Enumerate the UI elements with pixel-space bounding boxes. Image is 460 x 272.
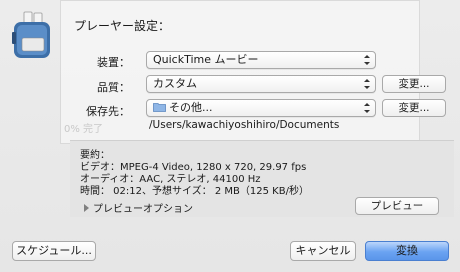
toast-app-icon	[12, 11, 50, 58]
summary-audio: オーディオ：AAC, ステレオ, 44100 Hz	[80, 174, 261, 185]
destination-value: その他...	[169, 101, 213, 114]
destination-popup[interactable]: その他...	[146, 99, 376, 117]
summary-video: ビデオ：MPEG-4 Video, 1280 x 720, 29.97 fps	[80, 162, 307, 173]
quality-change-button[interactable]: 変更...	[382, 75, 446, 93]
quality-value: カスタム	[153, 77, 197, 90]
destination-change-button[interactable]: 変更...	[382, 99, 446, 117]
cancel-button[interactable]: キャンセル	[290, 241, 356, 261]
device-value: QuickTime ムービー	[153, 53, 259, 66]
chevron-updown-icon	[364, 55, 370, 65]
preview-button[interactable]: プレビュー	[355, 197, 439, 215]
schedule-button[interactable]: スケジュール...	[12, 241, 96, 261]
dialog-title: プレーヤー設定：	[74, 19, 171, 33]
chevron-updown-icon	[364, 103, 370, 113]
preview-options-disclosure[interactable]: プレビューオプション	[84, 200, 193, 215]
player-settings-dialog: 0% 完了 プレーヤー設定： 装置： QuickTime ムービー 品質： カス…	[0, 0, 460, 272]
background-progress-text: 0% 完了	[64, 124, 104, 135]
summary-heading: 要約：	[80, 150, 110, 161]
convert-button[interactable]: 変換	[365, 241, 449, 261]
device-label: 装置：	[97, 56, 130, 69]
chevron-updown-icon	[364, 79, 370, 89]
summary-time: 時間： 02:12、予想サイズ： 2 MB（125 KB/秒）	[80, 186, 309, 197]
folder-icon	[153, 103, 166, 112]
preview-options-label: プレビューオプション	[93, 204, 193, 215]
disclosure-triangle-icon	[84, 204, 89, 212]
destination-path: /Users/kawachiyoshihiro/Documents	[149, 119, 340, 131]
device-popup[interactable]: QuickTime ムービー	[146, 51, 376, 69]
destination-label: 保存先：	[86, 105, 130, 118]
quality-popup[interactable]: カスタム	[146, 75, 376, 93]
quality-label: 品質：	[97, 81, 130, 94]
